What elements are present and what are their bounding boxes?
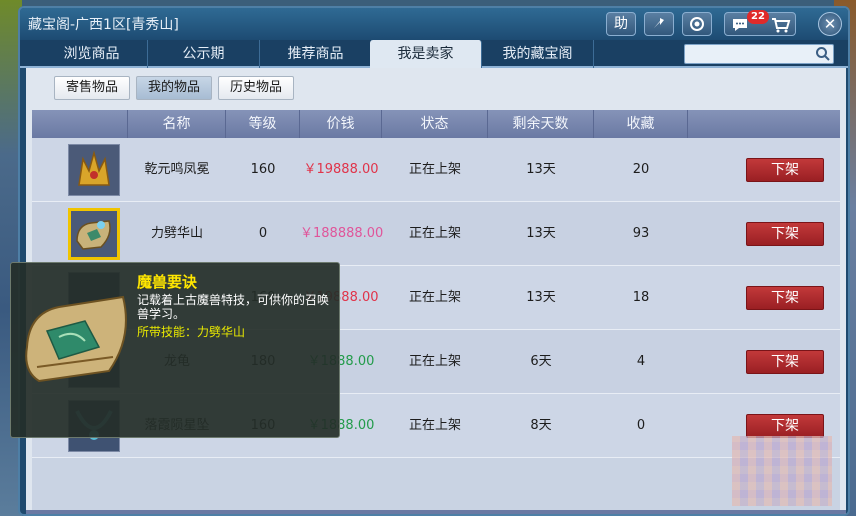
crown-icon [68,144,120,196]
item-favorites: 4 [636,354,646,369]
delist-button[interactable]: 下架 [746,350,824,374]
subtab-history[interactable]: 历史物品 [218,76,294,100]
help-button[interactable]: 助 [606,12,636,36]
tooltip-title: 魔兽要诀 [137,273,198,291]
item-favorites: 0 [636,418,646,433]
tab-my-cangbaoge[interactable]: 我的藏宝阁 [482,40,594,68]
item-status: 正在上架 [408,418,461,433]
cart-icon [772,18,791,33]
item-favorites: 18 [632,290,650,305]
header-level: 等级 [226,110,300,138]
tab-browse[interactable]: 浏览商品 [36,40,148,68]
skill-scroll-icon [25,295,127,383]
subtab-my-items[interactable]: 我的物品 [136,76,212,100]
watermark-mosaic [732,436,832,506]
item-price: ￥19888.00 [303,162,379,177]
delist-button[interactable]: 下架 [746,222,824,246]
item-days: 13天 [526,162,556,177]
subtab-consignment[interactable]: 寄售物品 [54,76,130,100]
item-days: 6天 [530,354,552,369]
close-icon: ✕ [823,15,837,33]
chat-icon [733,19,747,31]
item-favorites: 20 [632,162,650,177]
item-status: 正在上架 [408,226,461,241]
tab-seller[interactable]: 我是卖家 [370,40,482,68]
item-status: 正在上架 [408,290,461,305]
close-button[interactable]: ✕ [818,12,842,36]
delist-button[interactable]: 下架 [746,158,824,182]
search-icon[interactable] [815,46,831,62]
main-tabs: 浏览商品 公示期 推荐商品 我是卖家 我的藏宝阁 [20,40,848,68]
header-days: 剩余天数 [488,110,594,138]
header-name: 名称 [128,110,226,138]
table-header: 名称 等级 价钱 状态 剩余天数 收藏 [32,110,840,138]
share-button[interactable] [644,12,674,36]
item-days: 8天 [530,418,552,433]
record-button[interactable] [682,12,712,36]
share-icon [654,18,664,28]
message-count-badge: 22 [747,10,769,24]
item-level: 160 [250,162,276,177]
item-favorites: 93 [632,226,650,241]
item-name: 力劈华山 [150,226,203,241]
item-tooltip: 魔兽要诀 记载着上古魔兽特技，可供你的召唤兽学习。 所带技能：力劈华山 [10,262,340,438]
header-price: 价钱 [300,110,382,138]
item-price: ￥188888.00 [300,226,384,241]
window-title: 藏宝阁-广西1区[青秀山] [28,17,179,33]
cangbaoge-window: 藏宝阁-广西1区[青秀山] 助 22 ✕ 浏览商品 公示期 推荐商品 我是卖家 … [18,6,850,516]
item-days: 13天 [526,290,556,305]
delist-button[interactable]: 下架 [746,286,824,310]
table-row[interactable]: 力劈华山 0 ￥188888.00 正在上架 13天 93 下架 [32,202,840,266]
header-status: 状态 [382,110,488,138]
header-favorites: 收藏 [594,110,688,138]
message-cart-button[interactable]: 22 [724,10,796,36]
tab-public-period[interactable]: 公示期 [148,40,260,68]
item-days: 13天 [526,226,556,241]
table-row[interactable]: 乾元鸣凤冕 160 ￥19888.00 正在上架 13天 20 下架 [32,138,840,202]
footer-bar [26,510,846,514]
tooltip-description: 记载着上古魔兽特技，可供你的召唤兽学习。 [137,293,330,321]
tooltip-skill: 所带技能：力劈华山 [137,325,246,339]
item-status: 正在上架 [408,162,461,177]
search-input[interactable] [685,47,813,65]
tab-recommended[interactable]: 推荐商品 [260,40,372,68]
circle-icon [690,17,704,31]
scroll-icon [68,208,120,260]
item-level: 0 [258,226,268,241]
item-status: 正在上架 [408,354,461,369]
delist-button[interactable]: 下架 [746,414,824,438]
item-name: 乾元鸣凤冕 [144,162,210,177]
title-bar: 藏宝阁-广西1区[青秀山] 助 22 ✕ [20,8,848,40]
search-box [684,44,834,65]
